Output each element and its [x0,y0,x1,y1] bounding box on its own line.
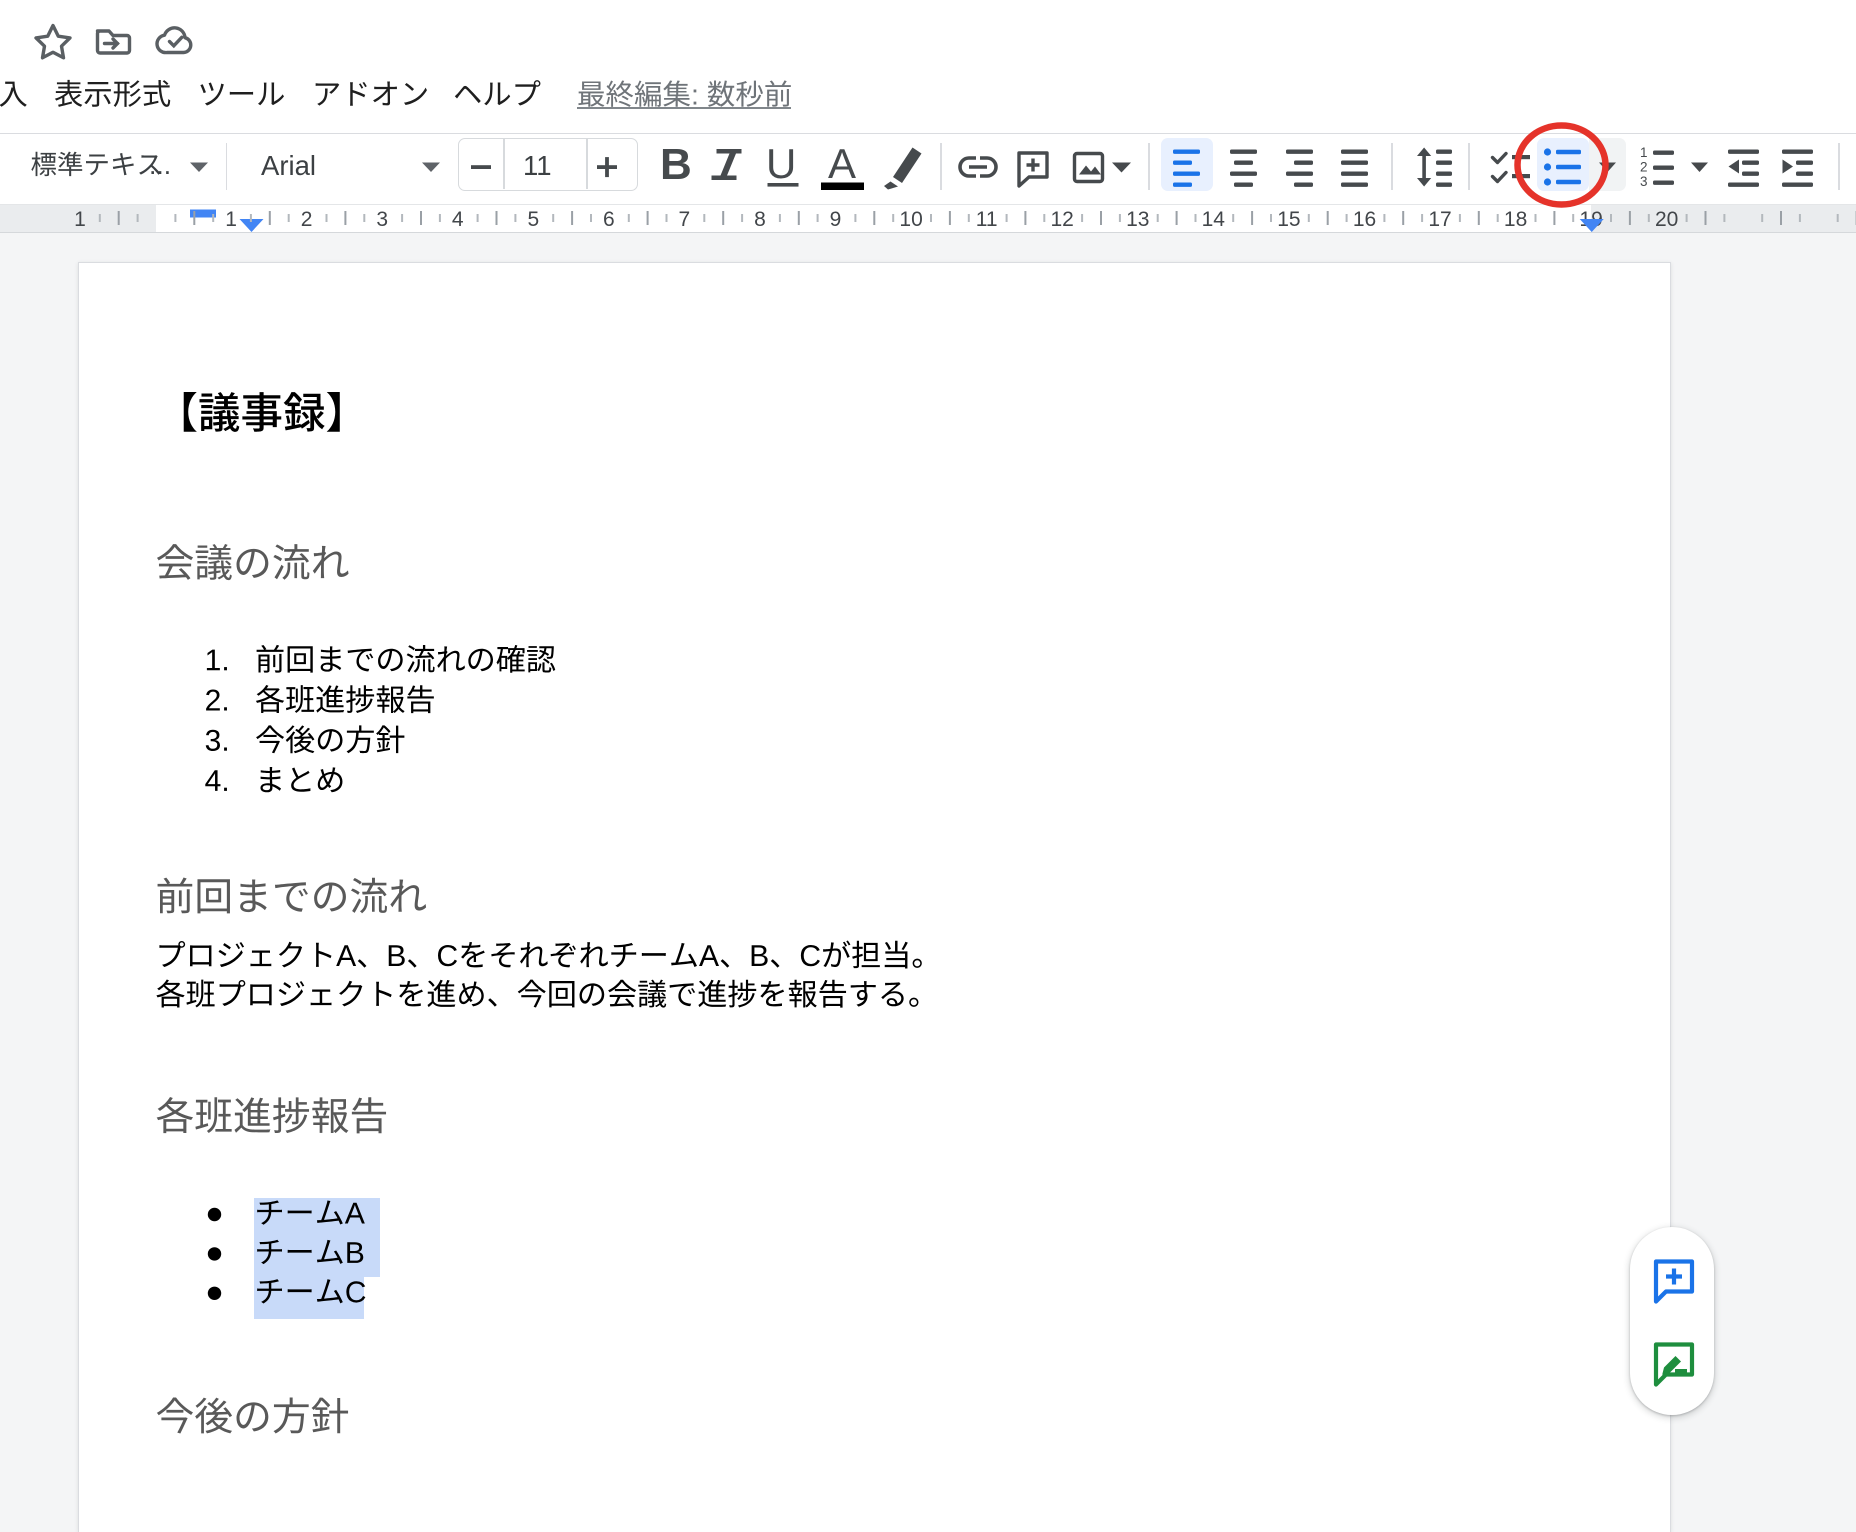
svg-text:3: 3 [1640,174,1648,189]
svg-text:1: 1 [1640,145,1648,160]
svg-text:2: 2 [1640,160,1648,175]
